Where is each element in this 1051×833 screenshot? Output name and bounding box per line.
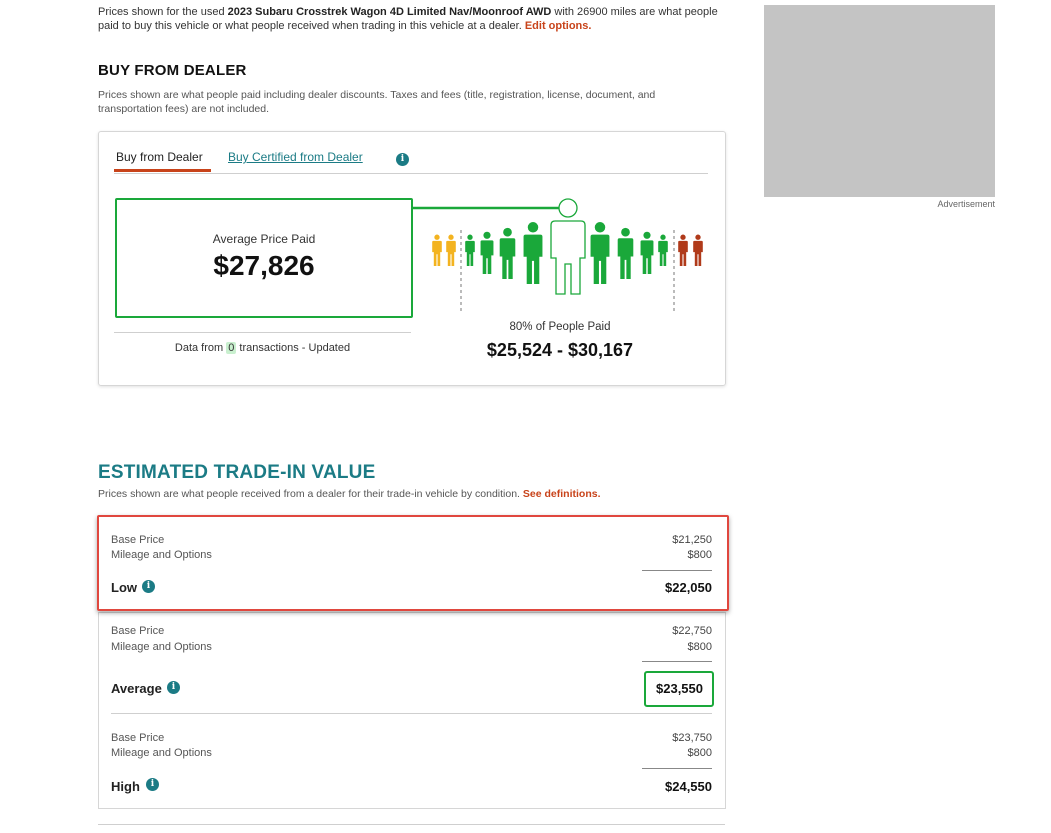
base-price-value: $22,750 xyxy=(672,625,712,637)
vehicle-name: 2023 Subaru Crosstrek Wagon 4D Limited N… xyxy=(227,6,552,18)
section-divider xyxy=(98,824,725,825)
edit-options-link[interactable]: Edit options. xyxy=(525,20,592,32)
mileage-options-label: Mileage and Options xyxy=(111,641,212,653)
price-range-value: $25,524 - $30,167 xyxy=(486,340,634,360)
tab-buy-from-dealer[interactable]: Buy from Dealer xyxy=(116,150,203,164)
base-price-value: $23,750 xyxy=(672,732,712,744)
dealer-note: Prices shown are what people paid includ… xyxy=(98,89,656,115)
low-price-figures xyxy=(432,234,456,266)
average-price-value: $27,826 xyxy=(213,250,315,281)
sum-divider xyxy=(642,768,712,769)
data-source-text: Data from 0 transactions - Updated xyxy=(174,342,351,354)
condition-average-total: $23,550 xyxy=(656,681,703,696)
mileage-options-label: Mileage and Options xyxy=(111,747,212,759)
condition-high-label: High xyxy=(111,779,140,794)
buy-from-dealer-heading: BUY FROM DEALER xyxy=(98,62,247,79)
divider xyxy=(114,332,411,333)
transaction-count-badge: 0 xyxy=(226,342,237,354)
intro-text: Prices shown for the used 2023 Subaru Cr… xyxy=(98,6,718,32)
average-price-label: Average Price Paid xyxy=(212,232,316,246)
row-divider xyxy=(111,713,712,714)
info-icon[interactable]: i xyxy=(167,681,180,694)
condition-average-label: Average xyxy=(111,681,162,696)
price-distribution-people-graphic xyxy=(411,198,703,314)
trade-in-note: Prices shown are what people received fr… xyxy=(98,488,601,500)
advertisement-label: Advertisement xyxy=(937,199,995,209)
condition-high-total: $24,550 xyxy=(665,779,712,794)
tab-buy-certified-from-dealer[interactable]: Buy Certified from Dealer xyxy=(228,150,363,164)
base-price-label: Base Price xyxy=(111,732,165,744)
mileage-options-value: $800 xyxy=(687,641,712,653)
percent-people-paid-label: 80% of People Paid xyxy=(509,321,611,333)
selected-condition-highlight[interactable] xyxy=(97,515,729,611)
advertisement-placeholder[interactable] xyxy=(764,5,995,197)
average-person-figure xyxy=(550,198,586,295)
tab-divider xyxy=(114,173,708,174)
active-tab-indicator xyxy=(114,169,211,172)
sum-divider xyxy=(642,661,712,662)
trade-in-heading: ESTIMATED TRADE-IN VALUE xyxy=(98,462,376,483)
high-price-figures xyxy=(678,234,703,266)
info-icon[interactable]: i xyxy=(146,778,159,791)
base-price-label: Base Price xyxy=(111,625,165,637)
info-icon[interactable]: i xyxy=(396,153,409,166)
mileage-options-value: $800 xyxy=(687,747,712,759)
see-definitions-link[interactable]: See definitions. xyxy=(523,488,601,500)
